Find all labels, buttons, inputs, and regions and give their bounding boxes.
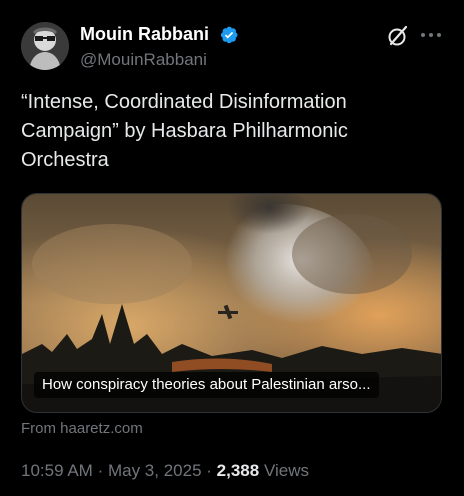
- tweet-date[interactable]: May 3, 2025: [108, 461, 202, 480]
- grok-icon[interactable]: [386, 24, 410, 48]
- views-count: 2,388: [216, 461, 260, 480]
- verified-badge-icon: [220, 26, 238, 44]
- tweet-text-line: “Intense, Coordinated Disinformation: [21, 91, 347, 113]
- link-card[interactable]: How conspiracy theories about Palestinia…: [21, 193, 442, 413]
- link-card-headline: How conspiracy theories about Palestinia…: [34, 372, 379, 398]
- meta-separator: ·: [97, 461, 104, 480]
- tweet-text: “Intense, Coordinated Disinformation Cam…: [21, 88, 441, 175]
- more-icon[interactable]: [418, 24, 444, 48]
- tweet-time[interactable]: 10:59 AM: [21, 461, 93, 480]
- tweet-text-line: Orchestra: [21, 149, 109, 171]
- avatar[interactable]: [21, 22, 69, 70]
- author-display-name[interactable]: Mouin Rabbani: [80, 24, 209, 45]
- author-handle[interactable]: @MouinRabbani: [80, 50, 207, 70]
- views-label: Views: [263, 461, 309, 480]
- link-card-source[interactable]: From haaretz.com: [21, 420, 143, 437]
- meta-separator: ·: [206, 461, 212, 480]
- tweet-meta: 10:59 AM · May 3, 2025 · 2,388 Views: [21, 461, 309, 481]
- tweet-text-line: Campaign” by Hasbara Philharmonic: [21, 120, 348, 142]
